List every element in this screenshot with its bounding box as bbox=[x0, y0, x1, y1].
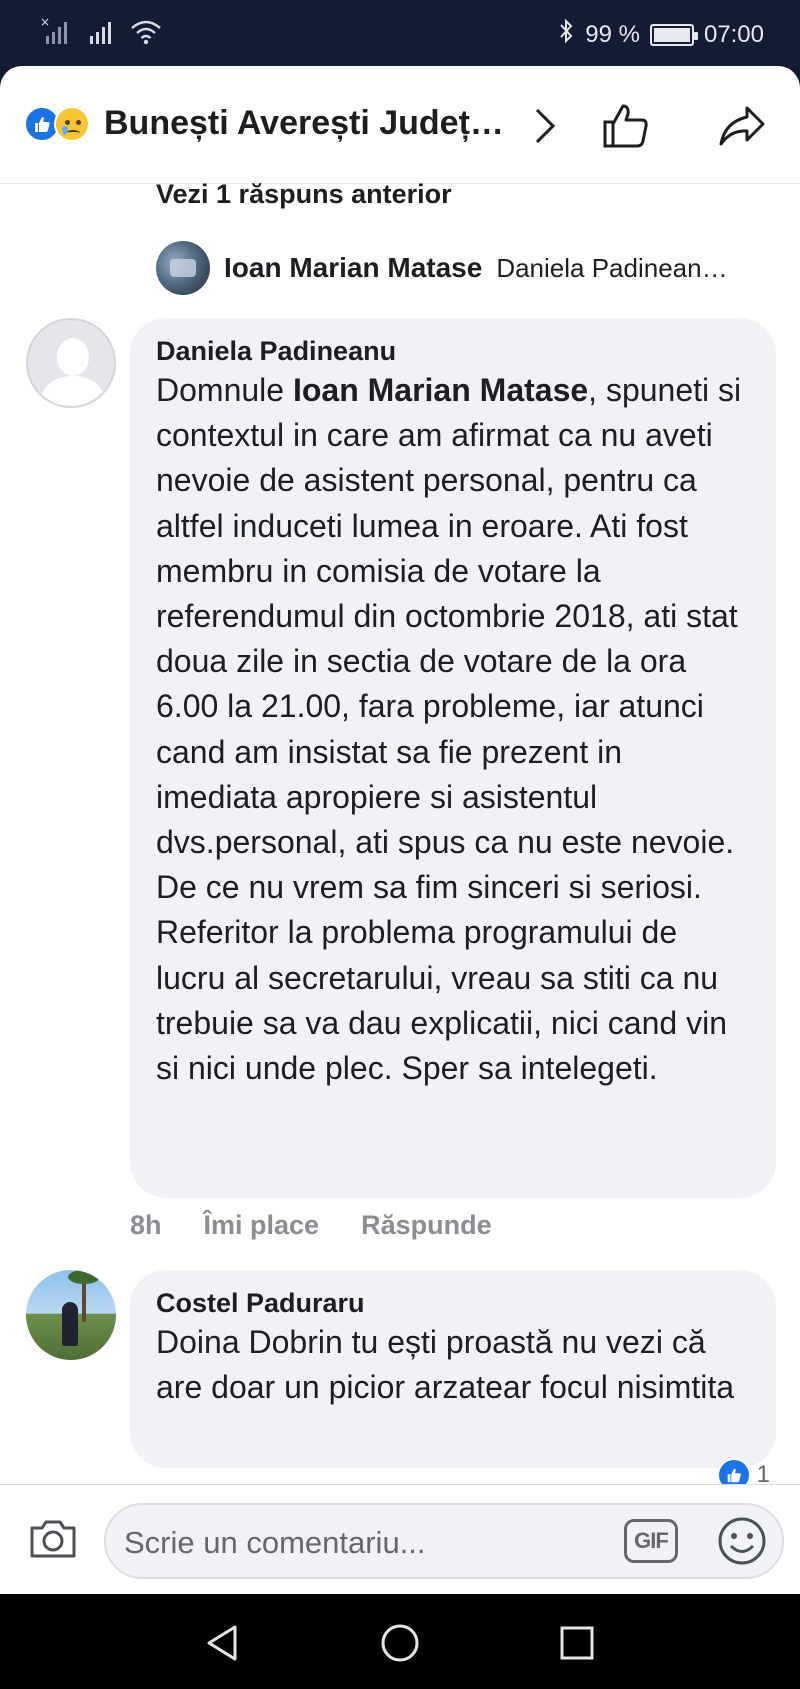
reply-preview[interactable]: Ioan Marian Matase Daniela Padinean… bbox=[156, 240, 776, 296]
signal-indicators: × bbox=[40, 15, 162, 53]
post-title[interactable]: Bunești Averești Județ… bbox=[104, 104, 504, 143]
sad-reaction-icon bbox=[54, 106, 90, 142]
clock: 07:00 bbox=[703, 20, 764, 48]
comment-time: 8h bbox=[130, 1210, 162, 1240]
comment-input[interactable]: Scrie un comentariu... GIF bbox=[104, 1503, 784, 1579]
home-icon[interactable] bbox=[373, 1616, 427, 1670]
avatar[interactable] bbox=[26, 1270, 116, 1360]
share-icon[interactable] bbox=[712, 96, 772, 156]
back-icon[interactable] bbox=[196, 1616, 250, 1670]
reply-author[interactable]: Ioan Marian Matase bbox=[224, 252, 482, 284]
comment-text-start: Domnule bbox=[156, 372, 293, 408]
reply-button[interactable]: Răspunde bbox=[361, 1210, 492, 1241]
post-header: Bunești Averești Județ… bbox=[0, 66, 800, 184]
comment-bubble[interactable]: Daniela Padineanu Domnule Ioan Marian Ma… bbox=[130, 318, 776, 1198]
status-right: 99 % 07:00 bbox=[557, 18, 764, 51]
avatar[interactable] bbox=[26, 318, 116, 408]
avatar[interactable] bbox=[156, 241, 210, 295]
comment-author[interactable]: Daniela Padineanu bbox=[156, 334, 748, 368]
status-bar: × 99 % 07:00 bbox=[0, 0, 800, 66]
svg-text:×: × bbox=[40, 16, 50, 29]
reply-snippet: Daniela Padinean… bbox=[496, 252, 728, 283]
signal-icon bbox=[88, 16, 116, 53]
view-previous-replies-link[interactable]: Vezi 1 răspuns anterior bbox=[156, 179, 452, 210]
like-button[interactable]: Îmi place bbox=[204, 1210, 320, 1241]
comment-text: Doina Dobrin tu ești proastă nu vezi că … bbox=[156, 1324, 735, 1406]
comment-placeholder: Scrie un comentariu... bbox=[124, 1525, 426, 1560]
mention-link[interactable]: Ioan Marian Matase bbox=[293, 372, 588, 408]
comment-author[interactable]: Costel Paduraru bbox=[156, 1286, 748, 1320]
battery-percent: 99 % bbox=[585, 20, 640, 48]
comment-text-rest: , spuneti si contextul in care am afirma… bbox=[156, 372, 742, 1087]
camera-icon[interactable] bbox=[24, 1509, 82, 1567]
bluetooth-icon bbox=[557, 18, 575, 51]
gif-button[interactable]: GIF bbox=[624, 1519, 678, 1563]
comment-bubble[interactable]: Costel Paduraru Doina Dobrin tu ești pro… bbox=[130, 1270, 776, 1468]
system-navigation-bar bbox=[0, 1594, 800, 1689]
comment-composer: Scrie un comentariu... GIF bbox=[0, 1484, 800, 1594]
battery-icon bbox=[649, 23, 698, 46]
comments-sheet: Bunești Averești Județ… Vezi 1 răspuns a… bbox=[0, 66, 800, 1594]
chevron-right-icon[interactable] bbox=[514, 96, 574, 156]
recents-icon[interactable] bbox=[550, 1616, 604, 1670]
no-signal-icon: × bbox=[40, 15, 74, 53]
reactions-summary[interactable] bbox=[24, 104, 96, 144]
comment-text: Domnule Ioan Marian Matase, spuneti si c… bbox=[156, 368, 748, 1091]
comment-actions: 8h Îmi place Răspunde bbox=[130, 1210, 492, 1241]
wifi-icon bbox=[130, 16, 162, 53]
thumbs-up-icon[interactable] bbox=[596, 96, 656, 156]
comment: Daniela Padineanu Domnule Ioan Marian Ma… bbox=[26, 318, 776, 1198]
emoji-icon[interactable] bbox=[716, 1515, 768, 1567]
